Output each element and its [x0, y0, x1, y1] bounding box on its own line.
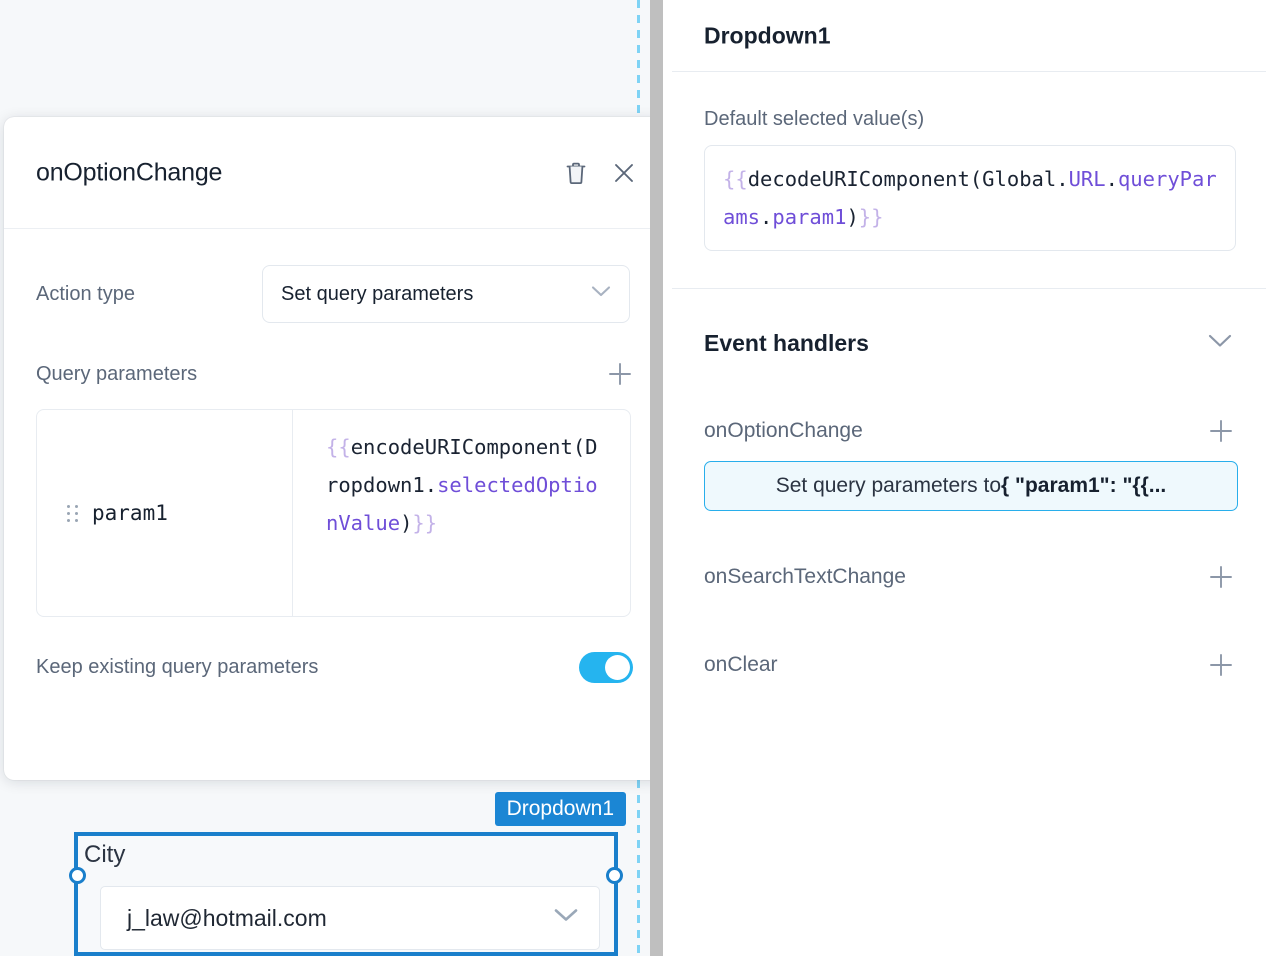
- event-handler-name: onOptionChange: [704, 419, 863, 443]
- keep-existing-label: Keep existing query parameters: [36, 656, 318, 679]
- widget-dropdown-select[interactable]: j_law@hotmail.com: [100, 886, 600, 950]
- event-handlers-title: Event handlers: [704, 330, 869, 357]
- event-handlers-header[interactable]: Event handlers: [672, 319, 1266, 367]
- toggle-knob: [605, 655, 630, 680]
- table-row-key-cell[interactable]: param1: [37, 410, 293, 616]
- action-type-label: Action type: [36, 283, 262, 306]
- event-handler-onoptionchange-row: onOptionChange: [672, 413, 1266, 449]
- modal-body: Action type Set query parameters Query p…: [4, 265, 665, 687]
- query-parameter-value[interactable]: {{encodeURIComponent(Dropdown1.selectedO…: [293, 410, 630, 616]
- event-handler-onclear-row: onClear: [672, 647, 1266, 683]
- query-parameter-key: param1: [92, 501, 168, 525]
- inspector-header: Dropdown1: [672, 0, 1266, 72]
- action-type-select[interactable]: Set query parameters: [262, 265, 630, 323]
- keep-existing-toggle[interactable]: [579, 652, 633, 683]
- inspector-panel: Dropdown1 Default selected value(s) {{de…: [672, 0, 1266, 956]
- modal-title: onOptionChange: [36, 159, 222, 188]
- plus-icon[interactable]: [1208, 418, 1234, 444]
- event-handler-modal: onOptionChange: [4, 117, 665, 780]
- widget-selected-value: j_law@hotmail.com: [101, 905, 327, 932]
- default-selected-label: Default selected value(s): [704, 108, 1234, 131]
- event-handler-action-value: { "param1": "{{...: [1001, 474, 1166, 498]
- resize-handle-top-right[interactable]: [606, 867, 623, 884]
- event-handler-action-chip[interactable]: Set query parameters to { "param1": "{{.…: [704, 461, 1238, 511]
- event-handler-onsearchtextchange-row: onSearchTextChange: [672, 559, 1266, 595]
- editor-canvas: Dropdown1 City j_law@hotmail.com: [0, 0, 650, 956]
- scrollbar-gutter: [663, 0, 672, 956]
- plus-icon[interactable]: [1208, 652, 1234, 678]
- app-root: Dropdown1 City j_law@hotmail.com: [0, 0, 1266, 956]
- widget-selection-box[interactable]: City j_law@hotmail.com: [74, 832, 618, 956]
- modal-header-actions: [563, 160, 637, 186]
- event-handler-name: onSearchTextChange: [704, 565, 906, 589]
- default-selected-input[interactable]: {{decodeURIComponent(Global.URL.queryPar…: [704, 145, 1236, 251]
- page-title: Dropdown1: [704, 22, 831, 49]
- keep-existing-row: Keep existing query parameters: [36, 647, 633, 687]
- query-parameters-table: param1 {{encodeURIComponent(Dropdown1.se…: [36, 409, 631, 617]
- chevron-down-icon: [590, 285, 612, 304]
- close-icon[interactable]: [611, 160, 637, 186]
- event-handler-name: onClear: [704, 653, 778, 677]
- drag-handle-icon[interactable]: [67, 505, 78, 522]
- plus-icon[interactable]: [1208, 564, 1234, 590]
- plus-icon[interactable]: [607, 361, 633, 387]
- query-parameters-header: Query parameters: [36, 361, 633, 387]
- default-selected-section: Default selected value(s) {{decodeURICom…: [672, 108, 1266, 251]
- action-type-row: Action type Set query parameters: [36, 265, 633, 323]
- action-type-value: Set query parameters: [263, 283, 473, 306]
- section-divider: [672, 288, 1266, 289]
- event-handler-action-prefix: Set query parameters to: [776, 474, 1001, 498]
- chevron-down-icon[interactable]: [1206, 332, 1234, 355]
- chevron-down-icon: [553, 908, 579, 929]
- query-parameters-title: Query parameters: [36, 363, 197, 386]
- modal-header: onOptionChange: [4, 117, 665, 229]
- resize-handle-top-left[interactable]: [69, 867, 86, 884]
- canvas-scrollbar[interactable]: [650, 0, 663, 956]
- widget-field-label: City: [84, 841, 125, 869]
- widget-name-badge: Dropdown1: [495, 792, 626, 826]
- trash-icon[interactable]: [563, 160, 589, 186]
